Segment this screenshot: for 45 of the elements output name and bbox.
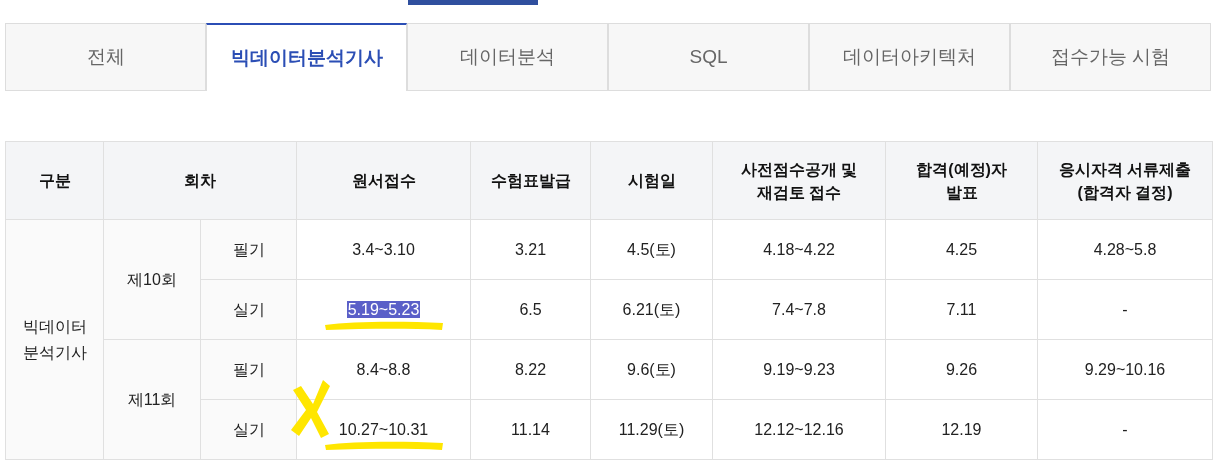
column-header: 원서접수 [296,141,471,220]
table-cell: - [1037,399,1213,460]
column-header: 수험표발급 [470,141,591,220]
table-cell: 12.19 [885,399,1038,460]
exam-type-cell: 실기 [200,399,297,460]
table-cell: 12.12~12.16 [712,399,886,460]
column-header: 사전점수공개 및 재검토 접수 [712,141,886,220]
tab[interactable]: 빅데이터분석기사 [206,23,407,91]
table-cell: 5.19~5.23 [346,300,421,318]
table-cell: 9.29~10.16 [1037,339,1213,400]
table-cell: 11.14 [470,399,591,460]
table-cell: 7.4~7.8 [712,279,886,340]
table-cell: 8.4~8.8 [356,360,411,378]
tab[interactable]: SQL [608,23,809,91]
table-cell: 4.28~5.8 [1037,219,1213,280]
round-cell: 제10회 [103,219,201,340]
tab[interactable]: 전체 [5,23,206,91]
table-cell: 4.5(토) [590,219,713,280]
table-cell: 6.21(토) [590,279,713,340]
table-cell: 10.27~10.31 [338,420,429,438]
table-cell: 11.29(토) [590,399,713,460]
table-cell: 9.6(토) [590,339,713,400]
table-cell: - [1037,279,1213,340]
exam-type-cell: 실기 [200,279,297,340]
column-header: 합격(예정)자 발표 [885,141,1038,220]
round-cell: 제11회 [103,339,201,460]
table-cell: 8.22 [470,339,591,400]
column-header: 회차 [103,141,297,220]
table-cell: 4.25 [885,219,1038,280]
table-cell: 6.5 [470,279,591,340]
table-cell: 4.18~4.22 [712,219,886,280]
table-cell: 3.21 [470,219,591,280]
column-header: 구분 [5,141,104,220]
exam-type-cell: 필기 [200,219,297,280]
exam-type-cell: 필기 [200,339,297,400]
category-cell: 빅데이터 분석기사 [5,219,104,460]
tab[interactable]: 데이터아키텍처 [809,23,1010,91]
table-cell: 3.4~3.10 [352,240,415,258]
column-header: 응시자격 서류제출 (합격자 결정) [1037,141,1213,220]
column-header: 시험일 [590,141,713,220]
tab[interactable]: 접수가능 시험 [1010,23,1211,91]
tab[interactable]: 데이터분석 [407,23,608,91]
table-cell: 9.26 [885,339,1038,400]
table-cell: 7.11 [885,279,1038,340]
table-cell: 9.19~9.23 [712,339,886,400]
